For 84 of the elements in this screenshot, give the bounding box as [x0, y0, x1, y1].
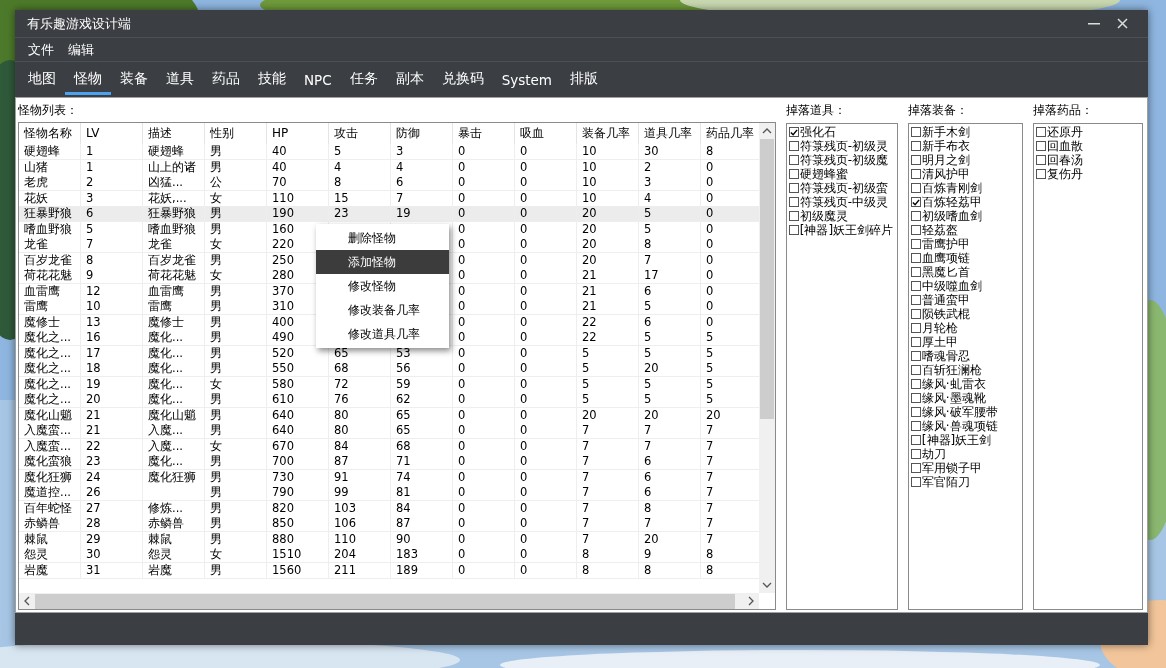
table-row[interactable]: 老虎 2 凶猛... 公 70 8 6 0 0 10 3 0 [19, 175, 759, 191]
checkbox[interactable] [788, 141, 799, 151]
table-row[interactable]: 魔道控... 26 男 790 99 81 0 0 7 6 7 [19, 485, 759, 501]
tab[interactable]: 技能 [249, 70, 295, 95]
tab[interactable]: 任务 [340, 70, 387, 95]
checkbox[interactable] [1035, 127, 1046, 137]
table-cell: 1560 [267, 562, 329, 579]
table-cell: 0 [453, 562, 515, 579]
tab[interactable]: 兑换码 [432, 70, 493, 95]
table-cell: 211 [329, 562, 391, 579]
checkbox[interactable] [910, 463, 921, 473]
table-cell: 8 [639, 562, 701, 579]
checkbox[interactable] [1035, 155, 1046, 165]
scroll-up-icon[interactable] [761, 126, 772, 136]
tab[interactable]: 排版 [561, 70, 607, 95]
tab[interactable]: 副本 [386, 70, 433, 95]
minimize-icon [1088, 22, 1100, 25]
panel-label: 掉落药品： [1032, 102, 1094, 119]
checkbox[interactable] [910, 351, 921, 361]
tab[interactable]: 装备 [111, 70, 157, 95]
checkbox[interactable] [788, 211, 799, 221]
checkbox[interactable] [910, 141, 921, 151]
scroll-thumb[interactable] [759, 139, 774, 419]
checkbox[interactable] [788, 127, 799, 137]
scroll-left-icon[interactable] [22, 596, 32, 606]
checkbox[interactable] [910, 449, 921, 459]
checkbox[interactable] [788, 169, 799, 179]
checkbox[interactable] [910, 309, 921, 319]
checkbox[interactable] [910, 407, 921, 417]
table-cell: 31 [81, 562, 143, 579]
checkbox[interactable] [910, 365, 921, 375]
panel-label: 掉落装备： [907, 102, 969, 119]
checkbox[interactable] [910, 127, 921, 137]
table-row[interactable]: 魔化蛮狼 23 魔化... 男 700 87 71 0 0 7 6 7 [19, 454, 759, 470]
tab[interactable]: NPC [295, 72, 341, 95]
checkbox[interactable] [788, 155, 799, 165]
checkbox[interactable] [910, 169, 921, 179]
checkbox[interactable] [910, 421, 921, 431]
table-cell: 岩魔 [19, 562, 81, 579]
table-row[interactable]: 怨灵 30 怨灵 女 1510 204 183 0 0 8 9 8 [19, 547, 759, 563]
checkbox[interactable] [910, 435, 921, 445]
tab[interactable]: 地图 [19, 70, 65, 95]
panel-label: 掉落道具： [785, 102, 847, 119]
tab[interactable]: System [492, 72, 561, 95]
checkbox[interactable] [910, 211, 921, 221]
menu-item[interactable]: 文件 [21, 40, 61, 59]
checkbox[interactable] [1035, 169, 1046, 179]
checkbox[interactable] [788, 183, 799, 193]
checkbox[interactable] [910, 323, 921, 333]
checkbox[interactable] [910, 281, 921, 291]
checkbox[interactable] [910, 253, 921, 263]
checkbox[interactable] [1035, 141, 1046, 151]
table-row[interactable]: 硬翅蜂 1 硬翅蜂 男 40 5 3 0 0 10 30 8 [19, 144, 759, 160]
checkbox[interactable] [910, 295, 921, 305]
table-cell: 8 [577, 562, 639, 579]
table-cell: 岩魔 [143, 562, 205, 579]
table-cell: 男 [205, 562, 267, 579]
table-row[interactable]: 狂暴野狼 6 狂暴野狼 男 190 23 19 0 0 20 5 0 [19, 206, 759, 222]
list-label: 怪物列表： [18, 102, 79, 119]
table-row[interactable]: 赤鳞兽 28 赤鳞兽 男 850 106 87 0 0 7 7 7 [19, 516, 759, 532]
checkbox[interactable] [910, 183, 921, 193]
checkbox[interactable] [910, 225, 921, 235]
table-row[interactable]: 魔化之... 20 魔化... 男 610 76 62 0 0 5 5 5 [19, 392, 759, 408]
checkbox[interactable] [788, 197, 799, 207]
window-title: 有乐趣游戏设计端 [27, 14, 132, 33]
checkbox[interactable] [910, 379, 921, 389]
tab[interactable]: 药品 [203, 70, 249, 95]
close-icon [1116, 18, 1128, 29]
menu-item[interactable]: 编辑 [61, 40, 101, 59]
checkbox[interactable] [788, 225, 799, 235]
checkbox[interactable] [910, 393, 921, 403]
context-menu-item[interactable]: 添加怪物 [316, 250, 449, 274]
table-row[interactable]: 入魔蛮... 21 入魔... 男 640 80 65 0 0 7 7 7 [19, 423, 759, 439]
tab[interactable]: 道具 [157, 70, 203, 95]
scroll-down-icon[interactable] [761, 580, 772, 590]
checkbox[interactable] [910, 267, 921, 277]
checkbox[interactable] [910, 239, 921, 249]
checkbox[interactable] [910, 155, 921, 165]
checkbox[interactable] [910, 197, 921, 207]
table-cell: 0 [515, 562, 577, 579]
checkbox[interactable] [910, 477, 921, 487]
table-cell: 189 [391, 562, 453, 579]
checkbox[interactable] [910, 337, 921, 347]
table-row[interactable]: 魔化之... 18 魔化... 男 550 68 56 0 0 5 20 5 [19, 361, 759, 377]
